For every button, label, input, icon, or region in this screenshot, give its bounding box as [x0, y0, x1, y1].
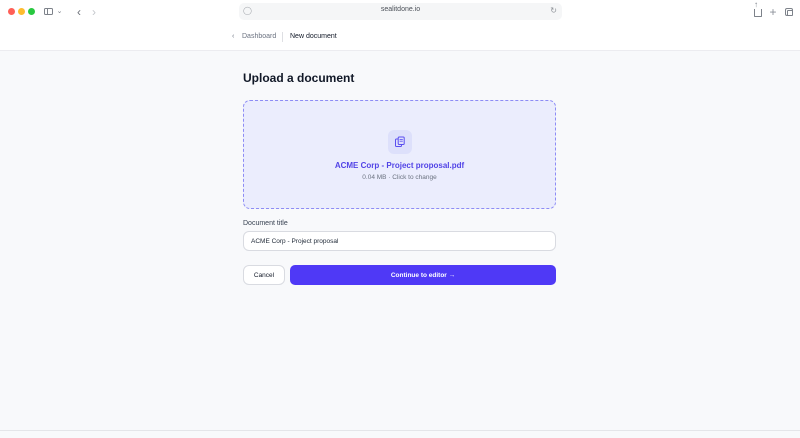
breadcrumb-divider [282, 32, 283, 42]
uploaded-file-meta: 0.04 MB · Click to change [362, 174, 437, 181]
page-title: Upload a document [243, 71, 355, 85]
browser-forward-button[interactable]: › [89, 5, 99, 18]
minimize-window-button[interactable] [18, 8, 25, 15]
copy-document-icon [395, 136, 405, 147]
close-window-button[interactable] [8, 8, 15, 15]
continue-to-editor-button[interactable]: Continue to editor → [290, 265, 556, 285]
app-header: ‹ Dashboard New document [0, 24, 800, 51]
address-url: sealitdone.io [380, 6, 421, 13]
chevron-down-icon: ⌄ [56, 8, 63, 15]
share-icon [754, 1, 762, 17]
file-icon-badge [388, 130, 412, 154]
window-bottom-divider [0, 430, 800, 431]
tab-overview-button[interactable] [784, 5, 794, 18]
breadcrumb-dashboard-link[interactable]: Dashboard [242, 33, 276, 40]
document-title-input[interactable] [243, 231, 556, 251]
plus-icon: + [769, 4, 777, 19]
tabs-icon [785, 7, 793, 16]
file-dropzone[interactable]: ACME Corp - Project proposal.pdf 0.04 MB… [243, 100, 556, 209]
reload-icon[interactable]: ↻ [550, 6, 557, 15]
browser-toolbar: ⌄ ‹ › ◯ sealitdone.io ↻ + [0, 0, 800, 24]
sidebar-toggle-button[interactable]: ⌄ [43, 5, 63, 18]
maximize-window-button[interactable] [28, 8, 35, 15]
chevron-right-icon: › [92, 4, 96, 19]
new-tab-button[interactable]: + [768, 5, 778, 18]
uploaded-file-name: ACME Corp - Project proposal.pdf [334, 161, 465, 170]
breadcrumb-current-page: New document [290, 33, 337, 40]
chevron-left-icon: ‹ [77, 4, 81, 19]
sidebar-icon [43, 8, 53, 15]
address-bar[interactable]: ◯ sealitdone.io ↻ [239, 3, 562, 20]
document-title-label: Document title [243, 220, 288, 227]
cancel-button[interactable]: Cancel [243, 265, 285, 285]
share-button[interactable] [753, 1, 763, 18]
chevron-left-icon[interactable]: ‹ [232, 33, 234, 40]
browser-back-button[interactable]: ‹ [74, 5, 84, 18]
